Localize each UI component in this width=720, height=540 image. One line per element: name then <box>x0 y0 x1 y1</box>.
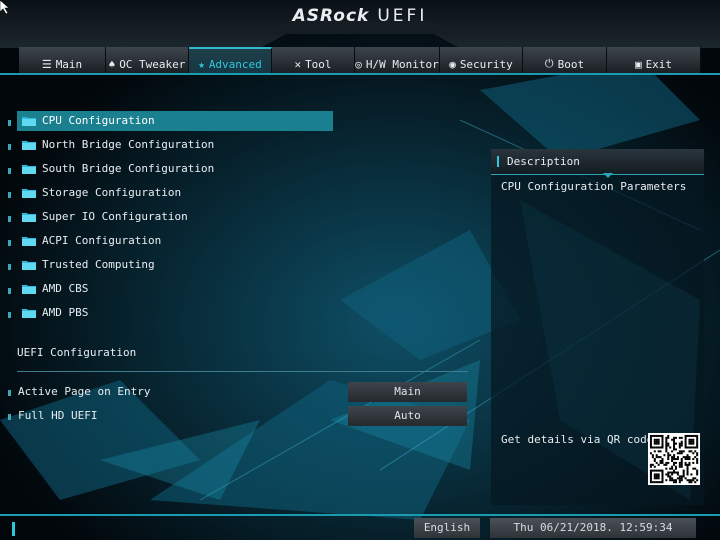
tool-icon: ✕ <box>294 58 302 71</box>
bullet-icon <box>8 390 11 396</box>
language-button[interactable]: English <box>414 518 480 538</box>
header-pointer <box>603 173 613 178</box>
menu-item-storage-configuration[interactable]: Storage Configuration <box>0 182 340 206</box>
folder-icon <box>22 141 36 150</box>
exit-icon: ▣ <box>634 58 642 71</box>
status-marker <box>12 522 15 536</box>
option-label: Active Page on Entry <box>18 385 151 398</box>
bullet-icon <box>8 144 11 150</box>
menu-item-label: CPU Configuration <box>42 114 155 127</box>
option-active-page-on-entry: Active Page on Entry Main <box>0 382 470 402</box>
menu-item-acpi-configuration[interactable]: ACPI Configuration <box>0 230 340 254</box>
tab-oc-tweaker[interactable]: ♠ OC Tweaker <box>106 47 189 73</box>
bullet-icon <box>8 312 11 318</box>
list-icon: ☰ <box>41 58 52 71</box>
menu-item-north-bridge-configuration[interactable]: North Bridge Configuration <box>0 134 340 158</box>
status-bar: English Thu 06/21/2018. 12:59:34 <box>0 514 720 540</box>
tab-label: Security <box>459 58 513 71</box>
main-tab-bar: ☰ Main ♠ OC Tweaker ★ Advanced ✕ Tool ◎ H/W Monit… <box>19 47 701 73</box>
tab-tool[interactable]: ✕ Tool <box>272 47 355 73</box>
brand-logo: ASRock <box>292 6 370 26</box>
description-panel: Description CPU Configuration Parameters… <box>491 149 704 505</box>
star-icon: ★ <box>198 58 205 71</box>
tab-advanced[interactable]: ★ Advanced <box>189 47 272 73</box>
option-label: Full HD UEFI <box>18 409 98 422</box>
tab-label: Tool <box>305 58 332 71</box>
folder-icon <box>22 285 36 294</box>
tab-label: Boot <box>557 58 585 71</box>
tab-boot[interactable]: ⏻ Boot <box>523 47 607 73</box>
active-page-select[interactable]: Main <box>348 382 467 402</box>
folder-icon <box>22 309 36 318</box>
menu-item-cpu-configuration[interactable]: CPU Configuration <box>0 110 340 134</box>
brand-product: UEFI <box>377 6 428 26</box>
bullet-icon <box>8 120 11 126</box>
menu-item-label: North Bridge Configuration <box>42 138 215 151</box>
folder-icon <box>22 261 36 270</box>
tab-label: H/W Monitor <box>365 58 439 71</box>
folder-icon <box>22 117 36 126</box>
date-time-display: Thu 06/21/2018. 12:59:34 <box>490 518 696 538</box>
bullet-icon <box>8 240 11 246</box>
full-hd-uefi-select[interactable]: Auto <box>348 406 467 426</box>
mouse-cursor-icon <box>0 0 10 14</box>
uefi-config-heading: UEFI Configuration <box>17 346 137 359</box>
status-bar-line <box>0 514 720 516</box>
tab-label: Main <box>55 58 83 71</box>
rocket-icon: ♠ <box>108 58 116 71</box>
header-marker <box>497 156 499 167</box>
folder-icon <box>22 189 36 198</box>
menu-item-super-io-configuration[interactable]: Super IO Configuration <box>0 206 340 230</box>
tab-exit[interactable]: ▣ Exit <box>607 47 701 73</box>
tab-h-w-monitor[interactable]: ◎ H/W Monitor <box>355 47 440 73</box>
menu-item-trusted-computing[interactable]: Trusted Computing <box>0 254 340 278</box>
menu-item-label: Super IO Configuration <box>42 210 188 223</box>
folder-icon <box>22 213 36 222</box>
menu-item-label: ACPI Configuration <box>42 234 162 247</box>
power-icon: ⏻ <box>544 57 554 70</box>
menu-item-amd-pbs[interactable]: AMD PBS <box>0 302 340 326</box>
tab-label: OC Tweaker <box>119 58 186 71</box>
shield-icon: ◉ <box>449 58 456 71</box>
bullet-icon <box>8 192 11 198</box>
bullet-icon <box>8 264 11 270</box>
menu-item-label: AMD PBS <box>42 306 89 319</box>
description-title: Description <box>507 155 580 168</box>
tab-main[interactable]: ☰ Main <box>19 47 106 73</box>
description-text: CPU Configuration Parameters <box>501 180 687 193</box>
menu-item-label: AMD CBS <box>42 282 89 295</box>
menu-item-label: South Bridge Configuration <box>42 162 215 175</box>
qr-caption: Get details via QR code <box>501 433 654 446</box>
bullet-icon <box>8 168 11 174</box>
tab-security[interactable]: ◉ Security <box>440 47 523 73</box>
bullet-icon <box>8 288 11 294</box>
description-header: Description <box>491 149 704 178</box>
folder-icon <box>22 237 36 246</box>
qr-code-icon <box>648 433 700 485</box>
bullet-icon <box>8 216 11 222</box>
brand-title: ASRock UEFI <box>0 6 720 26</box>
menu-item-label: Storage Configuration <box>42 186 182 199</box>
tab-label: Exit <box>645 58 673 71</box>
advanced-menu-list: CPU Configuration North Bridge Configurat… <box>0 110 340 326</box>
bullet-icon <box>8 414 11 420</box>
monitor-icon: ◎ <box>355 58 362 71</box>
section-divider <box>17 371 468 372</box>
menu-item-amd-cbs[interactable]: AMD CBS <box>0 278 340 302</box>
menu-item-label: Trusted Computing <box>42 258 155 271</box>
menu-item-south-bridge-configuration[interactable]: South Bridge Configuration <box>0 158 340 182</box>
folder-icon <box>22 165 36 174</box>
tab-label: Advanced <box>208 58 262 71</box>
option-full-hd-uefi: Full HD UEFI Auto <box>0 406 470 426</box>
tab-bar-underline <box>0 73 720 75</box>
